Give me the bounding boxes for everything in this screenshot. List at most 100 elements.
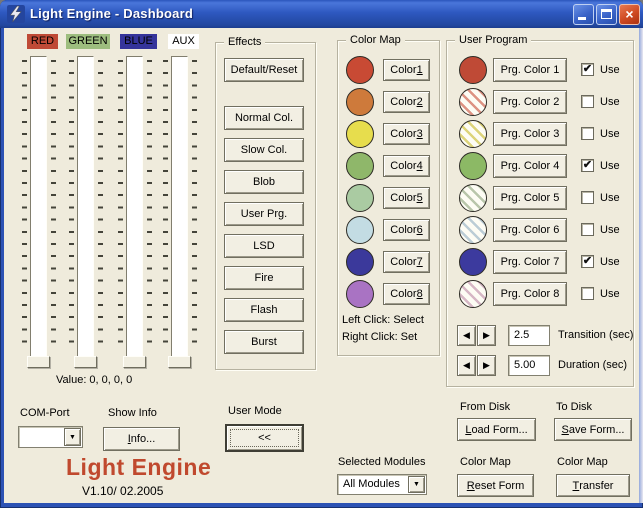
use-label: Use	[600, 160, 620, 172]
title-bar[interactable]: Light Engine - Dashboard ×	[0, 0, 643, 28]
slider-blue[interactable]	[117, 56, 153, 368]
color-1-button[interactable]: Color 1	[383, 59, 430, 81]
channel-label-green: GREEN	[66, 34, 110, 49]
slider-green[interactable]	[68, 56, 104, 368]
use-checkbox-1[interactable]: ✔	[581, 63, 594, 76]
prg-color-swatch-2[interactable]	[459, 88, 487, 116]
prg-color-swatch-6[interactable]	[459, 216, 487, 244]
prg-color-swatch-7[interactable]	[459, 248, 487, 276]
lsd-button[interactable]: LSD	[224, 234, 304, 258]
channel-label-aux: AUX	[168, 34, 199, 49]
color-8-button[interactable]: Color 8	[383, 283, 430, 305]
color-swatch-5[interactable]	[346, 184, 374, 212]
slider-track[interactable]	[171, 56, 188, 358]
chevron-down-icon[interactable]: ▼	[64, 428, 81, 446]
prg-color-6-button[interactable]: Prg. Color 6	[493, 218, 567, 242]
maximize-button[interactable]	[596, 4, 617, 25]
to-disk-label: To Disk	[556, 401, 592, 413]
color-swatch-3[interactable]	[346, 120, 374, 148]
prg-color-swatch-4[interactable]	[459, 152, 487, 180]
prg-color-5-button[interactable]: Prg. Color 5	[493, 186, 567, 210]
color-3-button[interactable]: Color 3	[383, 123, 430, 145]
close-button[interactable]: ×	[619, 4, 640, 25]
slider-track[interactable]	[30, 56, 47, 358]
slider-thumb[interactable]	[168, 356, 191, 368]
prg-color-swatch-3[interactable]	[459, 120, 487, 148]
color-5-button[interactable]: Color 5	[383, 187, 430, 209]
chevron-down-icon[interactable]: ▼	[408, 476, 425, 493]
com-port-select[interactable]: ▼	[18, 426, 83, 448]
default-reset-button[interactable]: Default/Reset	[224, 58, 304, 82]
channel-label-red: RED	[27, 34, 58, 49]
color-swatch-6[interactable]	[346, 216, 374, 244]
color-2-button[interactable]: Color 2	[383, 91, 430, 113]
from-disk-label: From Disk	[460, 401, 510, 413]
use-checkbox-6[interactable]	[581, 223, 594, 236]
fire-button[interactable]: Fire	[224, 266, 304, 290]
duration-decrease-button[interactable]: ◀	[457, 355, 476, 376]
hint-left-click: Left Click: Select	[342, 314, 424, 326]
color-swatch-8[interactable]	[346, 280, 374, 308]
color-4-button[interactable]: Color 4	[383, 155, 430, 177]
duration-field[interactable]: 5.00	[508, 355, 550, 376]
minimize-button[interactable]	[573, 4, 594, 25]
focus-rectangle	[230, 429, 299, 447]
color-swatch-1[interactable]	[346, 56, 374, 84]
prg-color-8-button[interactable]: Prg. Color 8	[493, 282, 567, 306]
slider-red[interactable]	[21, 56, 57, 368]
flash-button[interactable]: Flash	[224, 298, 304, 322]
user-prg-button[interactable]: User Prg.	[224, 202, 304, 226]
prg-color-swatch-5[interactable]	[459, 184, 487, 212]
use-checkbox-2[interactable]	[581, 95, 594, 108]
transition-field[interactable]: 2.5	[508, 325, 550, 346]
prg-color-1-button[interactable]: Prg. Color 1	[493, 58, 567, 82]
user-mode-label: User Mode	[228, 405, 282, 417]
color-swatch-2[interactable]	[346, 88, 374, 116]
window-title: Light Engine - Dashboard	[30, 6, 193, 21]
slider-track[interactable]	[126, 56, 143, 358]
use-checkbox-4[interactable]: ✔	[581, 159, 594, 172]
transition-increase-button[interactable]: ▶	[477, 325, 496, 346]
transition-decrease-button[interactable]: ◀	[457, 325, 476, 346]
color-map-bottom-label-left: Color Map	[460, 456, 511, 468]
burst-button[interactable]: Burst	[224, 330, 304, 354]
use-checkbox-7[interactable]: ✔	[581, 255, 594, 268]
transfer-button[interactable]: Transfer	[556, 474, 630, 497]
prg-color-7-button[interactable]: Prg. Color 7	[493, 250, 567, 274]
window-border	[639, 28, 643, 503]
prg-color-2-button[interactable]: Prg. Color 2	[493, 90, 567, 114]
user-mode-button[interactable]: <<	[225, 424, 304, 452]
slow-col-button[interactable]: Slow Col.	[224, 138, 304, 162]
color-swatch-4[interactable]	[346, 152, 374, 180]
normal-col-button[interactable]: Normal Col.	[224, 106, 304, 130]
use-checkbox-8[interactable]	[581, 287, 594, 300]
slider-thumb[interactable]	[74, 356, 97, 368]
selected-modules-select[interactable]: All Modules ▼	[337, 474, 427, 495]
color-6-button[interactable]: Color 6	[383, 219, 430, 241]
load-form-button[interactable]: Load Form...	[457, 418, 536, 441]
app-window: Light Engine - Dashboard × RED GREEN BLU…	[0, 0, 643, 508]
dialog-client-area: RED GREEN BLUE AUX Value:	[4, 28, 639, 503]
save-form-button[interactable]: Save Form...	[554, 418, 632, 441]
duration-increase-button[interactable]: ▶	[477, 355, 496, 376]
prg-color-swatch-8[interactable]	[459, 280, 487, 308]
slider-thumb[interactable]	[123, 356, 146, 368]
use-label: Use	[600, 192, 620, 204]
prg-color-swatch-1[interactable]	[459, 56, 487, 84]
info-button[interactable]: Info...	[103, 427, 180, 451]
blob-button[interactable]: Blob	[224, 170, 304, 194]
maximize-icon	[601, 9, 612, 19]
reset-form-button[interactable]: Reset Form	[457, 474, 534, 497]
prg-color-4-button[interactable]: Prg. Color 4	[493, 154, 567, 178]
use-checkbox-5[interactable]	[581, 191, 594, 204]
prg-color-3-button[interactable]: Prg. Color 3	[493, 122, 567, 146]
slider-ticks	[118, 60, 123, 352]
slider-thumb[interactable]	[27, 356, 50, 368]
use-label: Use	[600, 128, 620, 140]
color-7-button[interactable]: Color 7	[383, 251, 430, 273]
color-swatch-7[interactable]	[346, 248, 374, 276]
slider-ticks	[192, 60, 197, 352]
slider-track[interactable]	[77, 56, 94, 358]
use-checkbox-3[interactable]	[581, 127, 594, 140]
slider-aux[interactable]	[162, 56, 198, 368]
